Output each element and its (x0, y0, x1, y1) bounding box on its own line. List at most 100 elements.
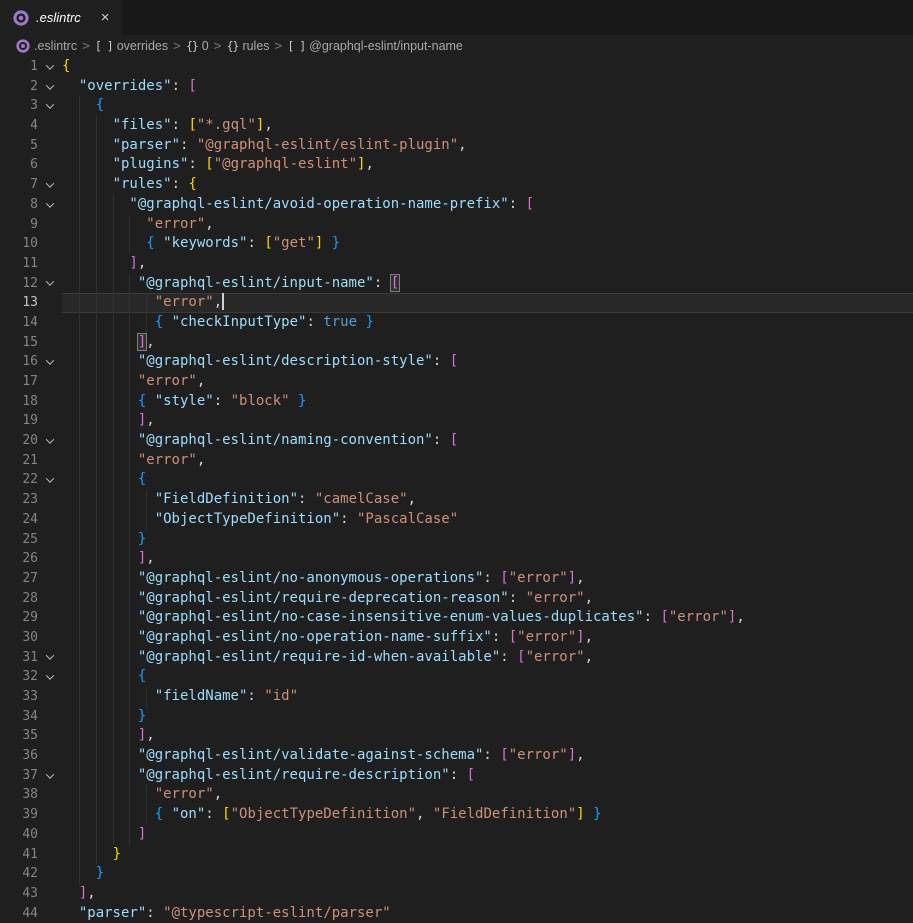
code-tokens: "@graphql-eslint/description-style": [ (62, 352, 458, 372)
fold-chevron-icon[interactable] (38, 648, 62, 668)
code-line[interactable]: 3{ (0, 96, 913, 116)
code-line[interactable]: 32{ (0, 667, 913, 687)
code-tokens: "parser": "@graphql-eslint/eslint-plugin… (62, 136, 467, 156)
fold-chevron-icon[interactable] (38, 57, 62, 77)
code-line[interactable]: 8"@graphql-eslint/avoid-operation-name-p… (0, 195, 913, 215)
line-number: 15 (0, 333, 38, 353)
fold-chevron-icon[interactable] (38, 470, 62, 490)
line-number: 19 (0, 411, 38, 431)
code-line[interactable]: 33"fieldName": "id" (0, 687, 913, 707)
code-line[interactable]: 26], (0, 549, 913, 569)
code-line[interactable]: 18{ "style": "block" } (0, 392, 913, 412)
fold-chevron-icon[interactable] (38, 274, 62, 294)
breadcrumb-label: .eslintrc (34, 39, 77, 53)
code-line[interactable]: 21"error", (0, 451, 913, 471)
breadcrumb-item-overrides[interactable]: [ ]overrides (95, 39, 168, 53)
code-line[interactable]: 22{ (0, 470, 913, 490)
line-number: 1 (0, 57, 38, 77)
code-token (290, 393, 298, 409)
breadcrumb-item-0[interactable]: {}0 (186, 39, 209, 53)
code-area[interactable]: 1{2"overrides": [3{4"files": ["*.gql"],5… (0, 57, 913, 923)
code-line[interactable]: 9"error", (0, 215, 913, 235)
gutter-spacer (38, 628, 62, 648)
line-gutter: 19 (0, 411, 62, 431)
code-tokens: "@graphql-eslint/input-name": [ (62, 274, 399, 294)
code-line[interactable]: 7"rules": { (0, 175, 913, 195)
code-token (585, 806, 593, 822)
fold-chevron-icon[interactable] (38, 431, 62, 451)
code-line[interactable]: 42} (0, 864, 913, 884)
fold-chevron-icon[interactable] (38, 77, 62, 97)
fold-chevron-icon[interactable] (38, 766, 62, 786)
breadcrumb-item--graphql-eslint-input-name[interactable]: [ ]@graphql-eslint/input-name (287, 39, 463, 53)
code-line[interactable]: 44"parser": "@typescript-eslint/parser" (0, 904, 913, 923)
code-line[interactable]: 14{ "checkInputType": true } (0, 313, 913, 333)
line-gutter: 34 (0, 707, 62, 727)
code-tokens: "@graphql-eslint/require-id-when-availab… (62, 648, 593, 668)
code-line[interactable]: 19], (0, 411, 913, 431)
code-line[interactable]: 13"error", (0, 293, 913, 313)
code-line[interactable]: 16"@graphql-eslint/description-style": [ (0, 352, 913, 372)
code-line[interactable]: 1{ (0, 57, 913, 77)
code-line[interactable]: 43], (0, 884, 913, 904)
code-line[interactable]: 4"files": ["*.gql"], (0, 116, 913, 136)
tab-eslintrc[interactable]: .eslintrc × (0, 0, 123, 35)
code-tokens: ], (62, 726, 155, 746)
code-token: : (247, 235, 264, 251)
code-line[interactable]: 36 "@graphql-eslint/validate-against-sche… (0, 746, 913, 766)
code-line[interactable]: 20"@graphql-eslint/naming-convention": [ (0, 431, 913, 451)
code-line[interactable]: 27"@graphql-eslint/no-anonymous-operatio… (0, 569, 913, 589)
code-token: ] (576, 629, 584, 645)
code-token: "error" (509, 747, 568, 763)
code-line-content: "@graphql-eslint/validate-against-schema… (62, 746, 913, 766)
tab-strip: .eslintrc × (0, 0, 913, 35)
line-gutter: 7 (0, 175, 62, 195)
fold-chevron-icon[interactable] (38, 667, 62, 687)
code-line[interactable]: 30"@graphql-eslint/no-operation-name-suf… (0, 628, 913, 648)
line-gutter: 18 (0, 392, 62, 412)
gutter-spacer (38, 569, 62, 589)
code-token: , (146, 727, 154, 743)
code-line[interactable]: 39{ "on": ["ObjectTypeDefinition", "Fiel… (0, 805, 913, 825)
code-token: : (483, 747, 500, 763)
code-line[interactable]: 28"@graphql-eslint/require-deprecation-r… (0, 589, 913, 609)
code-tokens: ] (62, 825, 146, 845)
line-gutter: 14 (0, 313, 62, 333)
fold-chevron-icon[interactable] (38, 96, 62, 116)
code-line[interactable]: 31"@graphql-eslint/require-id-when-avail… (0, 648, 913, 668)
line-number: 22 (0, 470, 38, 490)
code-line[interactable]: 12"@graphql-eslint/input-name": [ (0, 274, 913, 294)
code-line[interactable]: 29"@graphql-eslint/no-case-insensitive-e… (0, 608, 913, 628)
code-line[interactable]: 35], (0, 726, 913, 746)
line-number: 30 (0, 628, 38, 648)
code-line[interactable]: 2"overrides": [ (0, 77, 913, 97)
code-line[interactable]: 23"FieldDefinition": "camelCase", (0, 490, 913, 510)
code-token: : (340, 511, 357, 527)
code-line[interactable]: 24"ObjectTypeDefinition": "PascalCase" (0, 510, 913, 530)
code-line[interactable]: 11], (0, 254, 913, 274)
code-line[interactable]: 25} (0, 530, 913, 550)
code-token: { (138, 668, 146, 684)
fold-chevron-icon[interactable] (38, 175, 62, 195)
gutter-spacer (38, 490, 62, 510)
code-line-content: "@graphql-eslint/require-description": [ (62, 766, 913, 786)
code-line[interactable]: 15], (0, 333, 913, 353)
code-line[interactable]: 41} (0, 845, 913, 865)
code-line[interactable]: 6"plugins": ["@graphql-eslint"], (0, 155, 913, 175)
line-number: 36 (0, 746, 38, 766)
code-line[interactable]: 38"error", (0, 785, 913, 805)
fold-chevron-icon[interactable] (38, 195, 62, 215)
line-gutter: 16 (0, 352, 62, 372)
code-line[interactable]: 40] (0, 825, 913, 845)
code-line[interactable]: 37"@graphql-eslint/require-description":… (0, 766, 913, 786)
code-line[interactable]: 34} (0, 707, 913, 727)
close-icon[interactable]: × (98, 9, 113, 26)
code-line[interactable]: 10{ "keywords": ["get"] } (0, 234, 913, 254)
fold-chevron-icon[interactable] (38, 352, 62, 372)
code-line[interactable]: 17"error", (0, 372, 913, 392)
breadcrumb-item-rules[interactable]: {}rules (227, 39, 270, 53)
code-line[interactable]: 5"parser": "@graphql-eslint/eslint-plugi… (0, 136, 913, 156)
code-line-content: "@graphql-eslint/input-name": [ (62, 274, 913, 294)
chevron-right-icon: > (275, 39, 283, 54)
breadcrumb-item--eslintrc[interactable]: .eslintrc (16, 39, 77, 53)
